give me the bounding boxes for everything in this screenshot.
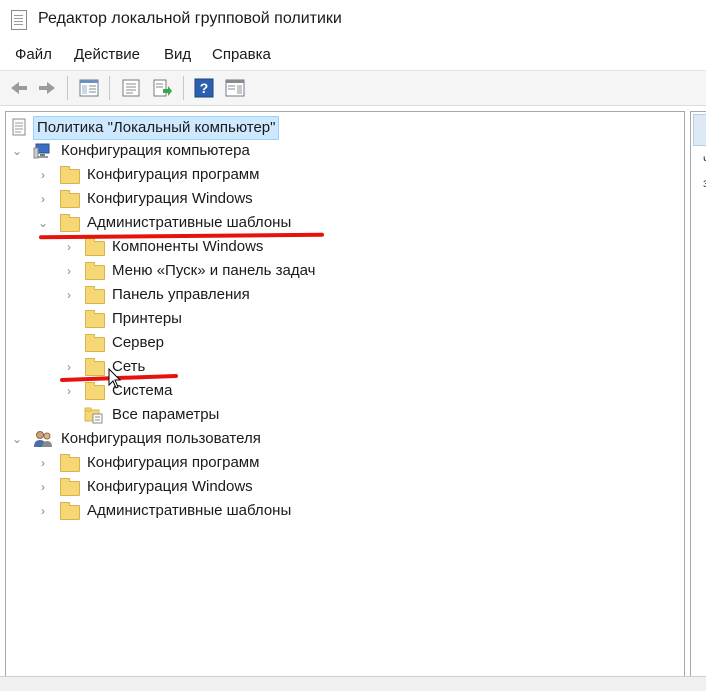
folder-icon xyxy=(84,262,105,280)
folder-icon xyxy=(84,334,105,352)
chevron-right-icon[interactable]: › xyxy=(62,380,76,402)
chevron-right-icon[interactable]: › xyxy=(36,188,50,210)
tree-item-label: Сервер xyxy=(112,334,165,351)
folder-icon xyxy=(59,502,80,520)
chevron-right-icon[interactable]: › xyxy=(36,500,50,522)
tree-item-label: Административные шаблоны xyxy=(87,214,292,231)
details-pane: ч з xyxy=(690,111,706,677)
chevron-right-icon[interactable]: › xyxy=(62,236,76,258)
policy-tree-pane: Политика "Локальный компьютер" ⌄ Конфигу… xyxy=(5,111,685,678)
chevron-right-icon[interactable]: › xyxy=(62,260,76,282)
folder-icon xyxy=(84,358,105,376)
users-icon xyxy=(33,430,53,448)
folder-icon xyxy=(59,190,80,208)
tree-item-label: Конфигурация Windows xyxy=(87,478,253,495)
toolbar-separator xyxy=(183,76,184,100)
svg-text:?: ? xyxy=(200,80,209,96)
folder-icon xyxy=(84,382,105,400)
window-title: Редактор локальной групповой политики xyxy=(38,10,342,27)
properties-icon[interactable] xyxy=(120,78,142,98)
show-hide-action-pane-icon[interactable] xyxy=(224,78,246,98)
menu-view[interactable]: Вид xyxy=(164,46,191,63)
toolbar-separator xyxy=(67,76,68,100)
tree-item-label: Конфигурация программ xyxy=(87,454,260,471)
chevron-right-icon[interactable]: › xyxy=(62,284,76,306)
chevron-down-icon[interactable]: ⌄ xyxy=(36,212,50,234)
title-bar: Редактор локальной групповой политики xyxy=(0,0,706,40)
folder-icon xyxy=(59,214,80,232)
chevron-down-icon[interactable]: ⌄ xyxy=(10,428,24,450)
toolbar: ? xyxy=(0,70,706,106)
tree-root-label: Политика "Локальный компьютер" xyxy=(33,116,280,140)
tree-item-label: Все параметры xyxy=(112,406,220,423)
status-bar xyxy=(0,676,706,691)
tree-item-label: Меню «Пуск» и панель задач xyxy=(112,262,316,279)
tree-item-label: Панель управления xyxy=(112,286,250,303)
menu-help[interactable]: Справка xyxy=(212,46,271,63)
tree-item-label: Конфигурация компьютера xyxy=(61,142,250,159)
folder-icon xyxy=(59,454,80,472)
export-list-icon[interactable] xyxy=(151,78,173,98)
chevron-right-icon[interactable]: › xyxy=(36,452,50,474)
policy-editor-app-icon xyxy=(11,10,27,30)
menu-bar: Файл Действие Вид Справка xyxy=(0,40,706,70)
menu-action[interactable]: Действие xyxy=(74,46,140,63)
computer-icon xyxy=(33,142,53,160)
folder-icon xyxy=(84,286,105,304)
chevron-right-icon[interactable]: › xyxy=(36,164,50,186)
folder-icon xyxy=(59,166,80,184)
policy-document-icon xyxy=(10,118,30,136)
tree-item-label: Конфигурация Windows xyxy=(87,190,253,207)
chevron-down-icon[interactable]: ⌄ xyxy=(10,140,24,162)
tree-item-label: Принтеры xyxy=(112,310,182,327)
folder-icon xyxy=(84,310,105,328)
toolbar-separator xyxy=(109,76,110,100)
back-arrow-icon[interactable] xyxy=(8,78,30,98)
chevron-right-icon[interactable]: › xyxy=(36,476,50,498)
chevron-right-icon[interactable]: › xyxy=(62,356,76,378)
details-pane-header xyxy=(693,114,706,146)
show-hide-tree-icon[interactable] xyxy=(78,78,100,98)
settings-folder-icon xyxy=(84,406,104,424)
folder-icon xyxy=(84,238,105,256)
tree-item-label: Конфигурация программ xyxy=(87,166,260,183)
tree-item-label: Административные шаблоны xyxy=(87,502,292,519)
tree-item-label: Компоненты Windows xyxy=(112,238,264,255)
help-icon[interactable]: ? xyxy=(193,78,215,98)
forward-arrow-icon[interactable] xyxy=(36,78,58,98)
menu-file[interactable]: Файл xyxy=(15,46,52,63)
folder-icon xyxy=(59,478,80,496)
mouse-cursor-icon xyxy=(108,368,122,389)
tree-item-label: Конфигурация пользователя xyxy=(61,430,261,447)
